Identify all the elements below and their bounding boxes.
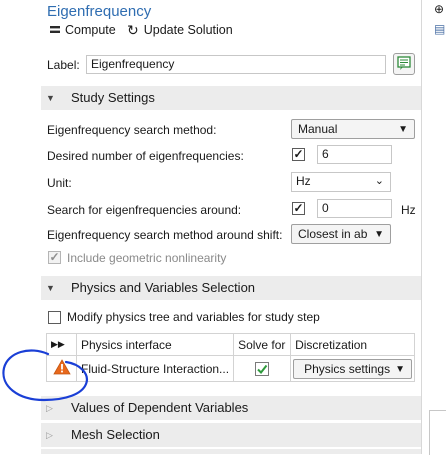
label-input[interactable]: Eigenfrequency xyxy=(86,55,386,74)
physics-section-header[interactable]: ▼ Physics and Variables Selection xyxy=(41,276,421,300)
geom-nonlinearity-label: Include geometric nonlinearity xyxy=(67,251,227,265)
discretization-select[interactable]: Physics settings ▼ xyxy=(293,358,412,379)
discretization-cell: Physics settings ▼ xyxy=(290,355,415,382)
shift-method-select[interactable]: Closest in ab ▼ xyxy=(291,224,391,244)
solve-for-cell[interactable] xyxy=(233,355,292,382)
physics-section-header-label: Physics and Variables Selection xyxy=(71,280,256,295)
green-check-icon xyxy=(255,362,270,376)
desired-number-input[interactable]: 6 xyxy=(317,145,392,164)
study-settings-section-header[interactable]: ▼ Study Settings xyxy=(41,86,421,110)
graphics-icon[interactable]: ▤ xyxy=(434,22,445,36)
search-around-input[interactable]: 0 xyxy=(317,199,392,218)
desired-number-checkbox[interactable]: ✓ xyxy=(292,148,305,161)
search-around-unit: Hz xyxy=(401,203,416,217)
modify-physics-checkbox[interactable] xyxy=(48,311,61,324)
discretization-value: Physics settings xyxy=(304,361,391,376)
label-caption: Label: xyxy=(47,58,80,72)
collapse-triangle-icon: ▼ xyxy=(46,93,55,103)
refresh-icon: ↻ xyxy=(127,22,139,38)
search-around-label: Search for eigenfrequencies around: xyxy=(47,203,242,217)
unit-value: Hz xyxy=(296,174,311,188)
compute-icon xyxy=(50,23,60,37)
shift-method-label: Eigenfrequency search method around shif… xyxy=(47,228,283,242)
annotation-circle xyxy=(2,349,88,402)
search-method-label: Eigenfrequency search method: xyxy=(47,123,217,137)
mesh-selection-section-header[interactable]: ▷ Mesh Selection xyxy=(41,423,421,447)
notes-button[interactable] xyxy=(393,53,415,75)
compute-button[interactable]: Compute xyxy=(50,23,116,37)
desired-number-label: Desired number of eigenfrequencies: xyxy=(47,149,244,163)
column-header-discretization: Discretization xyxy=(290,333,415,356)
geom-nonlinearity-checkbox[interactable]: ✓ xyxy=(48,251,61,264)
adjacent-panel: ⊕ ▤ xyxy=(421,0,446,455)
adjacent-tab[interactable] xyxy=(429,410,446,455)
shift-method-value: Closest in ab xyxy=(298,227,368,241)
chevron-down-icon: ▼ xyxy=(395,363,405,375)
modify-physics-label: Modify physics tree and variables for st… xyxy=(67,310,320,324)
unit-label: Unit: xyxy=(47,176,72,190)
zoom-icon[interactable]: ⊕ xyxy=(434,2,444,16)
search-method-select[interactable]: Manual ▼ xyxy=(291,119,415,139)
update-solution-button[interactable]: ↻ Update Solution xyxy=(127,23,233,37)
chevron-down-icon: ▼ xyxy=(372,226,384,243)
collapse-triangle-icon: ▼ xyxy=(46,283,55,293)
expand-triangle-icon: ▷ xyxy=(46,430,53,440)
window-title: Eigenfrequency xyxy=(47,3,152,20)
chevron-down-icon: ⌄ xyxy=(374,175,384,187)
chevron-down-icon: ▼ xyxy=(398,124,408,135)
study-settings-header-label: Study Settings xyxy=(71,90,155,105)
mesh-selection-label: Mesh Selection xyxy=(71,427,160,442)
compute-label: Compute xyxy=(65,23,116,37)
search-method-value: Manual xyxy=(298,122,338,136)
column-header-solve-for: Solve for xyxy=(233,333,292,356)
update-solution-label: Update Solution xyxy=(143,23,233,37)
unit-select[interactable]: Hz ⌄ xyxy=(291,172,391,192)
next-section-header-edge xyxy=(41,449,421,454)
notes-icon xyxy=(397,56,411,74)
search-around-checkbox[interactable]: ✓ xyxy=(292,202,305,215)
